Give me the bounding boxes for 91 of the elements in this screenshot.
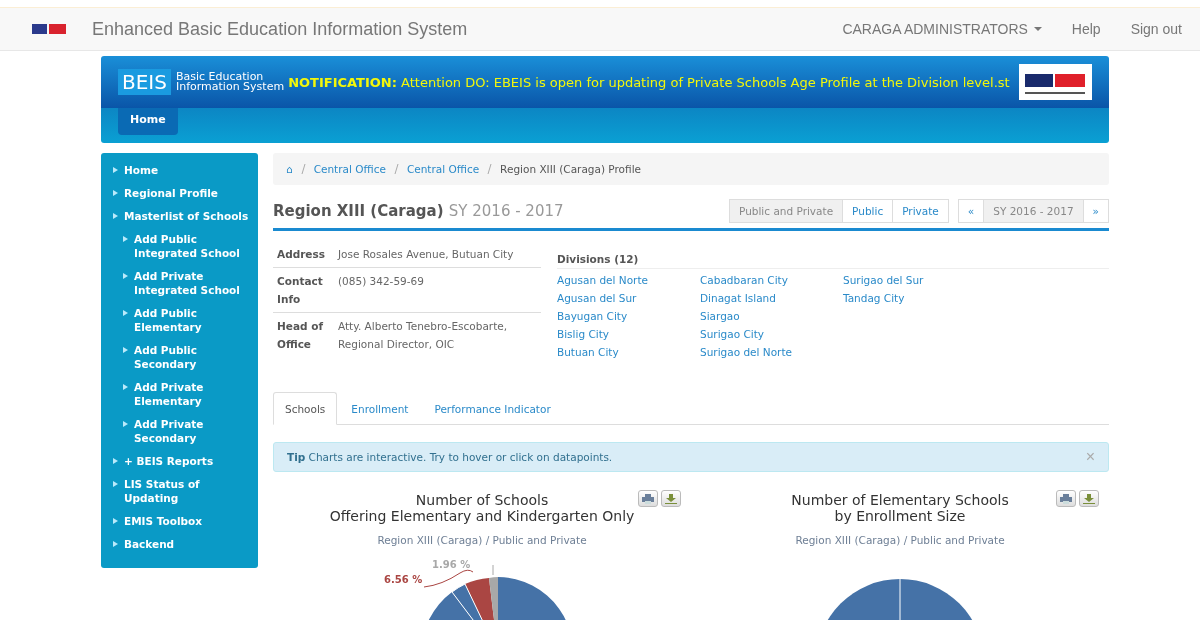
triangle-icon xyxy=(123,310,128,316)
chart-title: Number of Schools Offering Elementary and Kindergarten Only xyxy=(329,492,635,524)
division-link[interactable]: Surigao del Norte xyxy=(700,346,843,364)
brand-logo: BEIS xyxy=(118,69,171,95)
leader-line xyxy=(492,564,494,576)
triangle-icon xyxy=(123,347,128,353)
download-button[interactable] xyxy=(1079,490,1099,507)
field-value: Atty. Alberto Tenebro-Escobarte, Regional Director, OIC xyxy=(338,319,509,352)
triangle-icon xyxy=(123,421,128,427)
sidebar-item[interactable]: + BEIS Reports xyxy=(101,454,258,477)
division-link[interactable]: Tandag City xyxy=(843,292,986,310)
triangle-icon xyxy=(123,384,128,390)
separator-icon xyxy=(300,164,306,174)
division-link[interactable]: Butuan City xyxy=(557,346,700,364)
division-link[interactable]: Agusan del Norte xyxy=(557,274,700,292)
divisions-heading: Divisions (12) xyxy=(557,253,1109,269)
triangle-icon xyxy=(123,236,128,242)
field-label: Contact Info xyxy=(277,274,324,307)
separator-icon xyxy=(393,164,399,174)
page-title: Region XIII (Caraga) SY 2016 - 2017 xyxy=(273,202,565,220)
field-label: Address xyxy=(277,247,326,262)
sidebar-item[interactable]: LIS Status of Updating xyxy=(101,477,258,514)
download-button[interactable] xyxy=(661,490,681,507)
triangle-icon xyxy=(113,458,118,464)
field-label: Head of Office xyxy=(277,319,325,352)
sidebar-item[interactable]: Add Private Secondary xyxy=(101,417,258,454)
division-link[interactable]: Surigao City xyxy=(700,328,843,346)
data-label: 1.96 % xyxy=(432,559,471,570)
printer-icon xyxy=(1060,493,1072,504)
field-value: Jose Rosales Avenue, Butuan City xyxy=(338,247,514,262)
division-link[interactable]: Bislig City xyxy=(557,328,700,346)
filter-button[interactable]: Private xyxy=(892,199,949,223)
next-button[interactable]: » xyxy=(1082,199,1109,223)
sidebar-item[interactable]: Masterlist of Schools xyxy=(101,209,258,232)
print-button[interactable] xyxy=(1056,490,1076,507)
nav-link[interactable]: Help xyxy=(1071,21,1101,37)
breadcrumb-link[interactable]: Central Office xyxy=(313,163,386,175)
pie-slice[interactable] xyxy=(489,577,498,620)
sidebar-item[interactable]: Add Private Elementary xyxy=(101,380,258,417)
triangle-icon xyxy=(113,213,118,219)
home-icon[interactable]: ⌂ xyxy=(286,163,293,175)
chart-subtitle: Region XIII (Caraga) / Public and Private xyxy=(377,534,587,546)
printer-icon xyxy=(642,493,654,504)
field-value: (085) 342-59-69 xyxy=(338,274,424,289)
caret-icon xyxy=(1033,27,1042,31)
breadcrumb-link[interactable]: Central Office xyxy=(406,163,480,175)
data-label: 6.56 % xyxy=(384,574,423,585)
division-link[interactable]: Agusan del Sur xyxy=(557,292,700,310)
triangle-icon xyxy=(123,273,128,279)
sidebar-item[interactable]: Regional Profile xyxy=(101,186,258,209)
sidebar-item[interactable]: EMIS Toolbox xyxy=(101,514,258,537)
division-link[interactable]: Siargao xyxy=(700,310,843,328)
division-link[interactable]: Dinagat Island xyxy=(700,292,843,310)
tab[interactable]: Enrollment xyxy=(339,392,421,425)
sidebar-item[interactable]: Backend xyxy=(101,537,258,560)
download-icon xyxy=(665,493,677,504)
user-menu[interactable]: CARAGA ADMINISTRATORS xyxy=(842,21,1042,37)
filter-button[interactable]: Public and Private xyxy=(729,199,844,223)
app-title: Enhanced Basic Education Information System xyxy=(92,18,469,40)
division-link[interactable]: Cabadbaran City xyxy=(700,274,843,292)
nav-link[interactable]: Sign out xyxy=(1130,21,1182,37)
deped-logo-icon xyxy=(1019,64,1092,100)
triangle-icon xyxy=(113,190,118,196)
download-icon xyxy=(1083,493,1095,504)
sidebar-item[interactable]: Add Public Integrated School xyxy=(101,232,258,269)
sidebar-item[interactable]: Add Public Secondary xyxy=(101,343,258,380)
chart-subtitle: Region XIII (Caraga) / Public and Private xyxy=(795,534,1005,546)
triangle-icon xyxy=(113,481,118,487)
sidebar-item[interactable]: Add Public Elementary xyxy=(101,306,258,343)
division-link[interactable]: Bayugan City xyxy=(557,310,700,328)
print-button[interactable] xyxy=(638,490,658,507)
triangle-icon xyxy=(113,167,118,173)
filter-button[interactable]: Public xyxy=(842,199,894,223)
separator-icon xyxy=(487,164,493,174)
tab[interactable]: Schools xyxy=(273,392,338,425)
home-tab[interactable]: Home xyxy=(118,108,178,135)
triangle-icon xyxy=(113,541,118,547)
leader-line xyxy=(423,569,474,588)
triangle-icon xyxy=(113,518,118,524)
previous-button[interactable]: « xyxy=(957,199,985,223)
brand-subtitle: Basic Education Information System xyxy=(175,72,285,92)
chart-title: Number of Elementary Schools by Enrollment Size xyxy=(791,492,1009,524)
notification-ticker: NOTIFICATION: Attention DO: EBEIS is open for updating of Private Schools Age Profile at the Division level.st xyxy=(288,74,1010,90)
tab[interactable]: Performance Indicator xyxy=(422,392,563,425)
sidebar-item[interactable]: Home xyxy=(101,163,258,186)
deped-logo-icon xyxy=(32,21,66,37)
division-link[interactable]: Surigao del Sur xyxy=(843,274,986,292)
sidebar-item[interactable]: Add Private Integrated School xyxy=(101,269,258,306)
breadcrumb-link[interactable]: Region XIII (Caraga) Profile xyxy=(500,163,641,175)
tip-text: Tip Charts are interactive. Try to hover or click on datapoints. xyxy=(287,451,613,463)
year-button[interactable]: SY 2016 - 2017 xyxy=(983,199,1084,223)
